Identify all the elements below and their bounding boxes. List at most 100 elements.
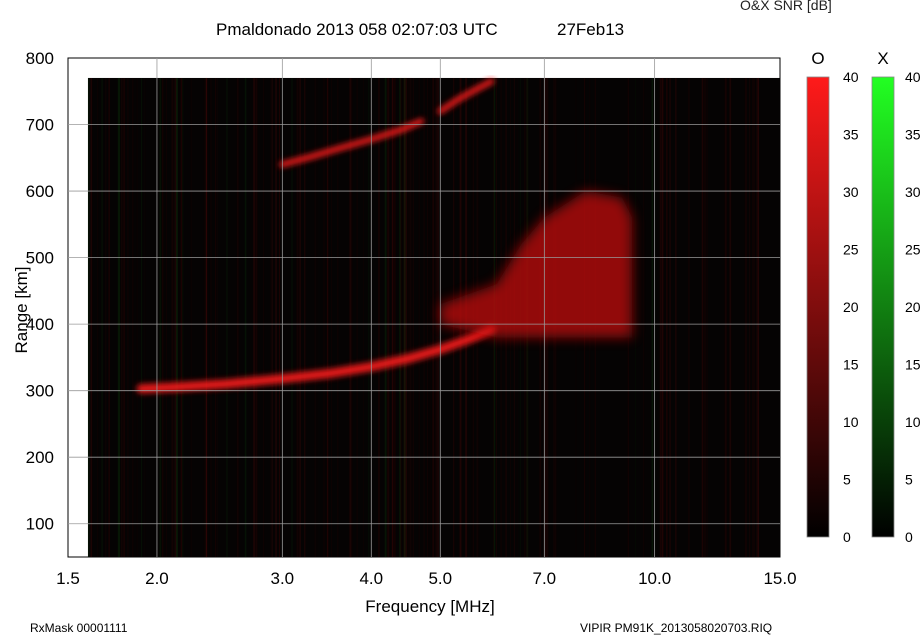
noise-streak	[356, 77, 358, 558]
noise-streak	[203, 77, 206, 558]
noise-streak	[279, 77, 280, 558]
noise-streak	[127, 77, 129, 558]
noise-streak	[314, 77, 316, 558]
colorbar-tick-label: 15	[905, 357, 921, 373]
noise-streak	[363, 77, 364, 558]
x-tick-label: 15.0	[763, 569, 796, 588]
ionogram-chart: 1.5 2.0 3.0 4.0 5.0 7.0 10.0 15.010020030040050…	[26, 49, 921, 588]
noise-streak	[123, 77, 125, 558]
noise-streak	[88, 77, 90, 558]
noise-streak	[316, 77, 318, 558]
x-tick-label: 10.0	[638, 569, 671, 588]
noise-streak	[216, 77, 218, 558]
noise-streak	[666, 77, 668, 558]
noise-streak	[97, 77, 99, 558]
noise-streak	[244, 77, 247, 558]
noise-streak	[745, 77, 747, 558]
noise-streak	[291, 77, 293, 558]
noise-streak	[384, 77, 387, 558]
noise-streak	[399, 77, 401, 558]
y-tick-label: 800	[26, 49, 54, 68]
noise-streak	[394, 77, 396, 558]
colorbar-tick-label: 30	[905, 184, 921, 200]
colorbar-tick-label: 20	[843, 299, 859, 315]
noise-streak	[296, 77, 299, 558]
noise-streak	[392, 77, 395, 558]
noise-streak	[136, 77, 138, 558]
noise-streak	[162, 77, 164, 558]
noise-streak	[412, 77, 414, 558]
colorbar-tick-label: 10	[905, 414, 921, 430]
colorbar-tick-label: 0	[905, 529, 913, 545]
noise-streak	[351, 77, 353, 558]
noise-streak	[304, 77, 306, 558]
noise-streak	[651, 77, 654, 558]
noise-streak	[215, 77, 217, 558]
colorbar-tick-label: 10	[843, 414, 859, 430]
colorbar-title: X	[877, 49, 888, 68]
x-tick-label: 1.5	[56, 569, 80, 588]
noise-streak	[108, 77, 110, 558]
colorbar-tick-label: 0	[843, 529, 851, 545]
noise-streak	[437, 77, 439, 558]
noise-streak	[729, 77, 732, 558]
y-tick-label: 700	[26, 116, 54, 135]
noise-streak	[758, 77, 759, 558]
noise-streak	[270, 77, 273, 558]
colorbar-tick-label: 5	[843, 472, 851, 488]
noise-streak	[724, 77, 727, 558]
noise-streak	[236, 77, 239, 558]
noise-streak	[702, 77, 704, 558]
noise-streak	[704, 77, 706, 558]
x-tick-label: 4.0	[359, 569, 383, 588]
noise-streak	[675, 77, 677, 558]
y-tick-label: 300	[26, 382, 54, 401]
colorbar-tick-label: 35	[905, 127, 921, 143]
noise-streak	[165, 77, 167, 558]
file-name-label: VIPIR PM91K_2013058020703.RIQ	[580, 621, 773, 635]
colorbar-title: O	[811, 49, 824, 68]
x-tick-label: 5.0	[428, 569, 452, 588]
noise-streak	[90, 77, 93, 558]
noise-streak	[132, 77, 134, 558]
noise-streak	[669, 77, 671, 558]
noise-streak	[409, 77, 412, 558]
noise-streak	[272, 77, 274, 558]
colorbar-tick-label: 30	[843, 184, 859, 200]
noise-streak	[101, 77, 103, 558]
noise-streak	[190, 77, 192, 558]
noise-streak	[226, 77, 228, 558]
y-tick-label: 600	[26, 182, 54, 201]
noise-streak	[180, 77, 183, 558]
noise-streak	[435, 77, 438, 558]
noise-streak	[254, 77, 256, 558]
noise-streak	[171, 77, 174, 558]
noise-streak	[205, 77, 208, 558]
noise-streak	[378, 77, 380, 558]
x-axis-label: Frequency [MHz]	[365, 597, 495, 616]
noise-streak	[659, 77, 662, 558]
noise-streak	[432, 77, 435, 558]
noise-streak	[752, 77, 753, 558]
noise-streak	[255, 77, 258, 558]
noise-streak	[749, 77, 751, 558]
colorbar-tick-label: 40	[905, 69, 921, 85]
noise-streak	[635, 77, 636, 558]
noise-streak	[263, 77, 265, 558]
x-colorbar	[871, 76, 895, 538]
noise-streak	[427, 77, 429, 558]
noise-streak	[368, 77, 370, 558]
noise-streak	[159, 77, 162, 558]
o-colorbar	[806, 76, 830, 538]
noise-streak	[253, 77, 255, 558]
rx-mask-label: RxMask 00001111	[30, 621, 128, 635]
noise-streak	[209, 77, 212, 558]
noise-streak	[429, 77, 431, 558]
y-tick-label: 100	[26, 515, 54, 534]
noise-streak	[643, 77, 645, 558]
noise-streak	[387, 77, 390, 558]
noise-streak	[144, 77, 146, 558]
noise-streak	[117, 77, 120, 558]
y-axis-label: Range [km]	[12, 266, 31, 354]
noise-streak	[753, 77, 755, 558]
